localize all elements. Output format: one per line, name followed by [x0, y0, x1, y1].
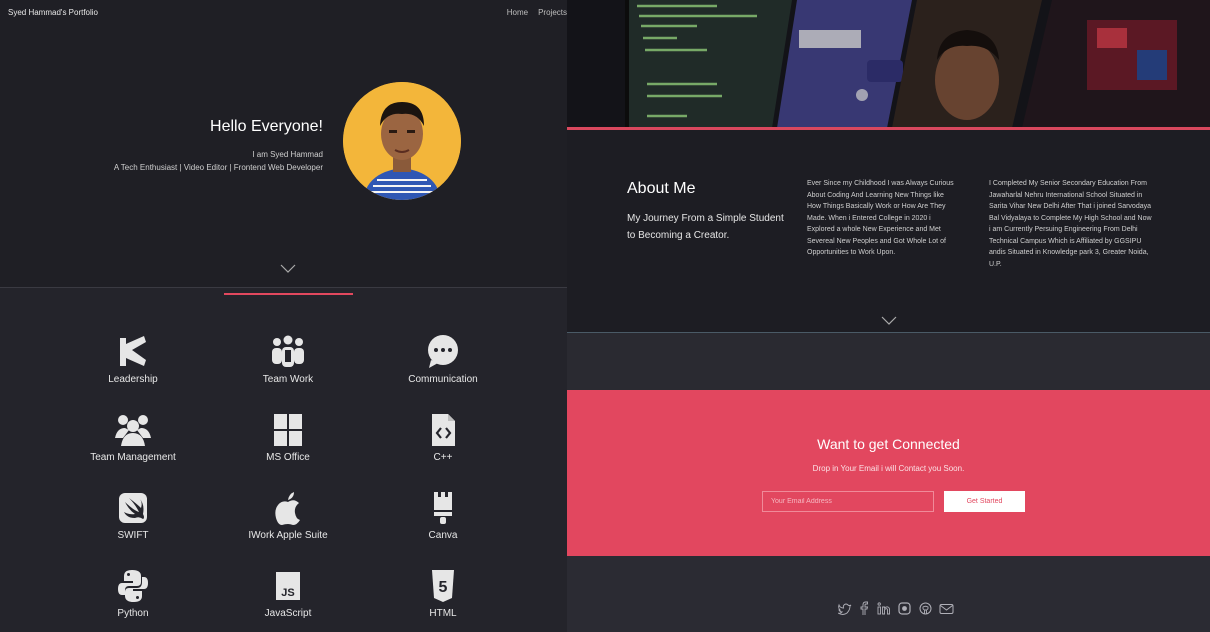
- code-file-icon: [432, 414, 455, 446]
- footer: [567, 556, 1210, 632]
- about-section: About Me My Journey From a Simple Studen…: [567, 130, 1210, 332]
- svg-text:JS: JS: [281, 587, 294, 599]
- linkedin-icon[interactable]: [877, 601, 891, 620]
- get-started-button[interactable]: Get Started: [944, 491, 1025, 512]
- email-input[interactable]: [762, 491, 934, 512]
- skill-label: Python: [117, 608, 149, 619]
- skill-teamwork: Team Work: [208, 334, 368, 385]
- skill-label: IWork Apple Suite: [248, 530, 328, 541]
- skill-leadership: Leadership: [53, 334, 213, 385]
- social-links: [837, 601, 957, 620]
- nav-home-link[interactable]: Home: [507, 8, 528, 17]
- about-title: About Me: [627, 180, 696, 197]
- users-icon: [115, 415, 151, 446]
- instagram-icon[interactable]: [898, 601, 911, 620]
- top-navbar: Syed Hammad's Portfolio Home Projects: [0, 0, 567, 24]
- apple-icon: [275, 492, 300, 525]
- about-paragraph-1: Ever Since my Childhood I was Always Cur…: [807, 180, 954, 256]
- portfolio-about-panel: About Me My Journey From a Simple Studen…: [567, 0, 1210, 632]
- chat-icon: [428, 335, 458, 368]
- portfolio-home-panel: Syed Hammad's Portfolio Home Projects Hel…: [0, 0, 567, 632]
- skill-label: Team Management: [90, 452, 176, 463]
- skill-canva: Canva: [363, 490, 523, 541]
- skill-label: SWIFT: [117, 530, 149, 541]
- section-divider: [567, 332, 1210, 333]
- about-paragraph-2: I Completed My Senior Secondary Educatio…: [989, 180, 1152, 268]
- github-icon[interactable]: [919, 602, 932, 620]
- brush-icon: [434, 492, 452, 524]
- js-icon: JS: [276, 572, 300, 600]
- connect-title: Want to get Connected: [817, 436, 960, 452]
- skill-iwork: IWork Apple Suite: [208, 490, 368, 541]
- skill-label: C++: [433, 452, 453, 463]
- facebook-icon[interactable]: [859, 601, 869, 620]
- scroll-down-chevron-icon[interactable]: [280, 264, 296, 274]
- html5-icon: 5: [432, 570, 454, 602]
- skill-label: Leadership: [108, 374, 158, 385]
- swift-icon: [119, 493, 147, 523]
- email-icon[interactable]: [939, 602, 954, 620]
- nav-projects-link[interactable]: Projects: [538, 8, 567, 17]
- skill-swift: SWIFT: [53, 490, 213, 541]
- avatar: [343, 82, 461, 200]
- hero-name-line: I am Syed Hammad: [252, 150, 323, 159]
- skill-team-management: Team Management: [53, 412, 213, 463]
- skill-label: JavaScript: [264, 608, 312, 619]
- skill-python: Python: [53, 568, 213, 619]
- hero-greeting: Hello Everyone!: [210, 118, 323, 135]
- skill-label: HTML: [429, 608, 457, 619]
- section-divider: [0, 287, 567, 288]
- nav-menu: Home Projects: [497, 8, 567, 17]
- skill-communication: Communication: [363, 334, 523, 385]
- skill-html: 5 HTML: [363, 568, 523, 619]
- skill-label: Team Work: [262, 374, 314, 385]
- hero-text: Hello Everyone! I am Syed Hammad A Tech …: [114, 118, 323, 174]
- skill-cpp: C++: [363, 412, 523, 463]
- skill-label: Canva: [428, 530, 458, 541]
- hero-section: Syed Hammad's Portfolio Home Projects Hel…: [0, 0, 567, 287]
- windows-icon: [274, 414, 302, 446]
- connect-section: Want to get Connected Drop in Your Email…: [567, 390, 1210, 556]
- megaphone-icon: [120, 336, 146, 366]
- banner-collage-image: [567, 0, 1210, 128]
- python-icon: [118, 570, 148, 602]
- brand-title[interactable]: Syed Hammad's Portfolio: [8, 8, 98, 17]
- skill-javascript: JS JavaScript: [208, 568, 368, 619]
- about-subtitle: My Journey From a Simple Student to Beco…: [627, 213, 784, 241]
- accent-underline: [224, 293, 353, 295]
- skill-label: MS Office: [266, 452, 310, 463]
- skill-label: Communication: [408, 374, 478, 385]
- skill-ms-office: MS Office: [208, 412, 368, 463]
- twitter-icon[interactable]: [837, 602, 852, 620]
- team-icon: [272, 335, 304, 367]
- hero-tagline: A Tech Enthusiast | Video Editor | Front…: [113, 163, 323, 172]
- svg-text:5: 5: [439, 579, 448, 596]
- photo-banner: [567, 0, 1210, 128]
- scroll-down-chevron-icon[interactable]: [881, 316, 897, 326]
- connect-subtitle: Drop in Your Email i will Contact you So…: [812, 464, 965, 473]
